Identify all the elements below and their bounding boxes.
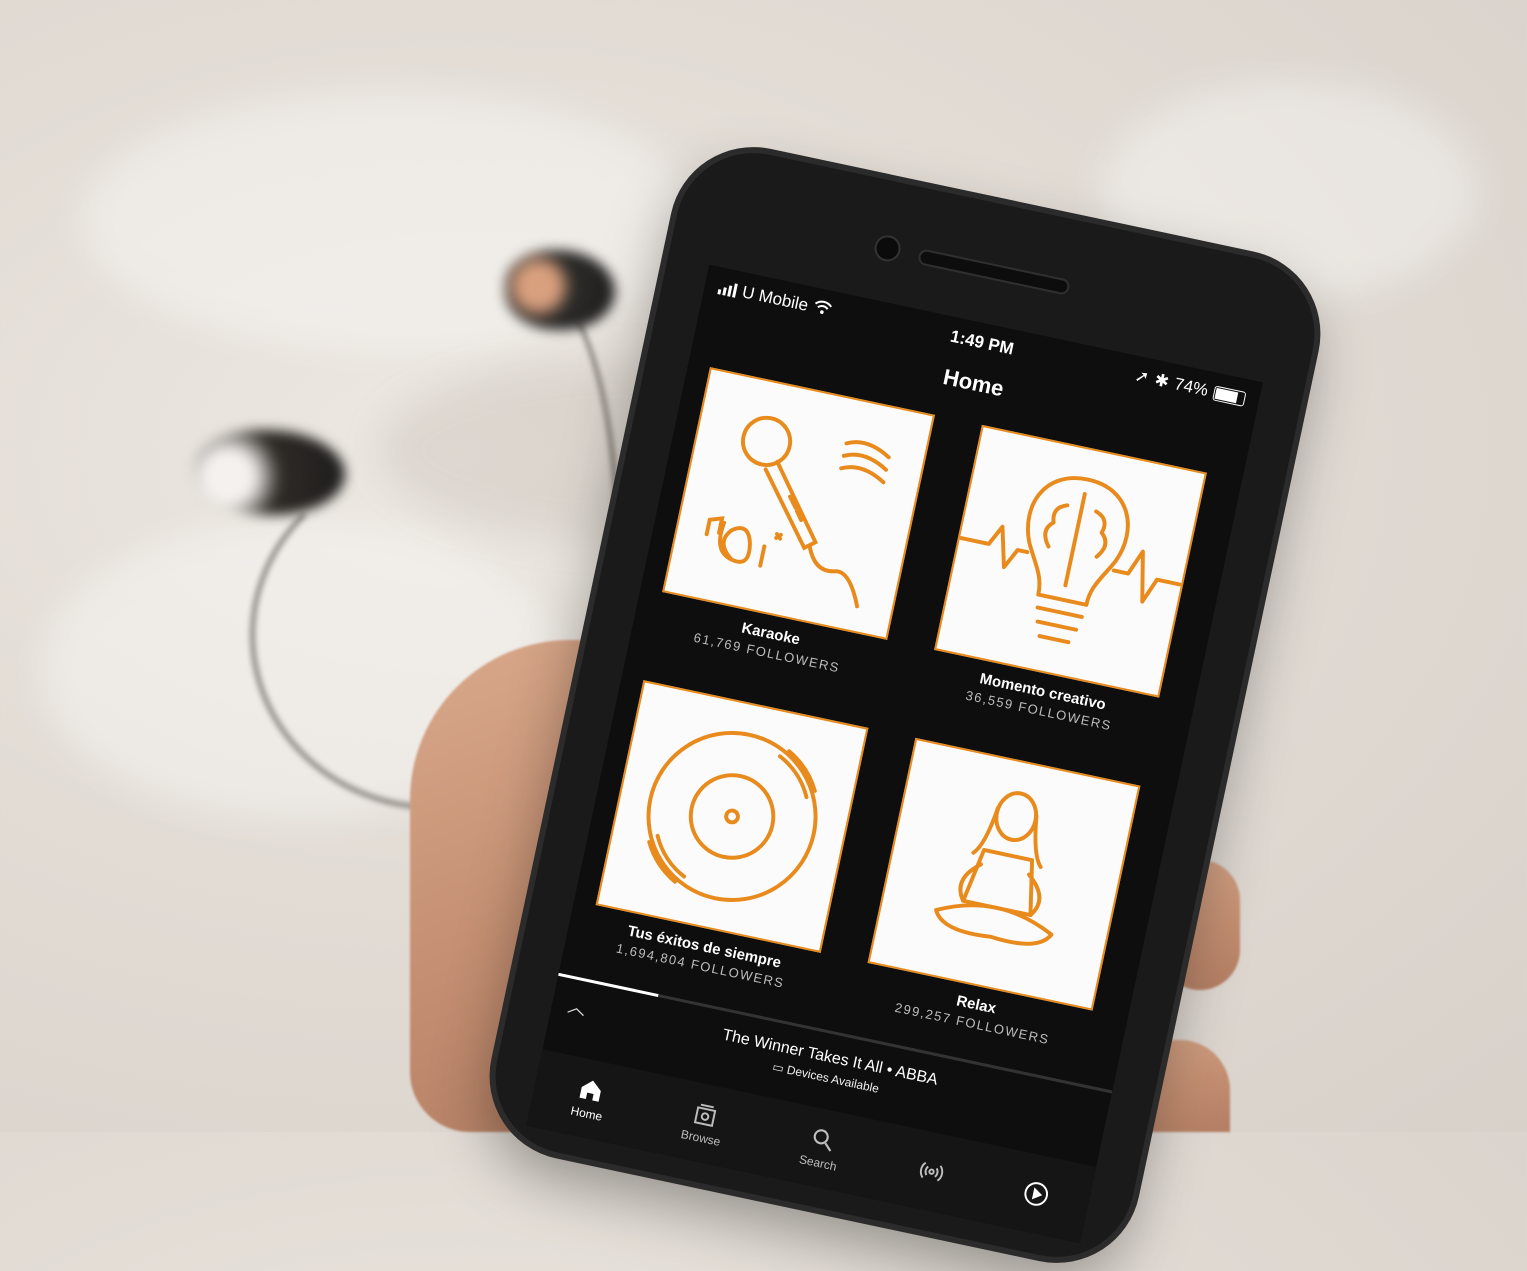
play-button[interactable] [1020, 1178, 1051, 1209]
vinyl-record-icon [646, 730, 818, 902]
playlist-tile-karaoke[interactable]: Karaoke 61,769 FOLLOWERS [653, 367, 935, 684]
playlist-cover [934, 424, 1207, 698]
tab-label: Browse [679, 1126, 722, 1149]
play-icon [1023, 1182, 1048, 1206]
playlist-cover [595, 680, 869, 953]
tab-label: Home [569, 1103, 604, 1124]
playlist-tile-relax[interactable]: Relax 299,257 FOLLOWERS [858, 737, 1141, 1055]
devices-icon: ▭ [771, 1059, 786, 1076]
microphone-icon [704, 415, 891, 609]
tab-label: Search [797, 1152, 838, 1174]
playlist-cover [662, 367, 935, 640]
bluetooth-icon: ✱ [1152, 370, 1171, 392]
browse-icon [694, 1103, 717, 1128]
home-icon [579, 1080, 602, 1102]
playlist-tile-tus-exitos[interactable]: Tus éxitos de siempre 1,694,804 FOLLOWER… [586, 680, 869, 997]
chevron-up-icon[interactable]: ︿ [566, 992, 589, 1021]
tab-browse[interactable]: Browse [680, 1098, 728, 1149]
tab-search[interactable]: Search [798, 1123, 844, 1174]
earbud [505, 250, 615, 330]
search-icon [813, 1129, 832, 1152]
playlist-cover [867, 737, 1141, 1011]
playlist-tile-momento-creativo[interactable]: Momento creativo 36,559 FOLLOWERS [925, 424, 1207, 742]
meditation-icon [934, 791, 1054, 946]
battery-percent: 74% [1172, 374, 1210, 400]
location-icon: ➚ [1133, 365, 1151, 388]
lightbulb-brain-icon [958, 476, 1183, 645]
tab-radio[interactable] [916, 1156, 947, 1187]
battery-icon [1212, 385, 1247, 407]
radio-icon [919, 1161, 943, 1182]
tab-home[interactable]: Home [569, 1074, 609, 1124]
earbud [195, 430, 345, 515]
